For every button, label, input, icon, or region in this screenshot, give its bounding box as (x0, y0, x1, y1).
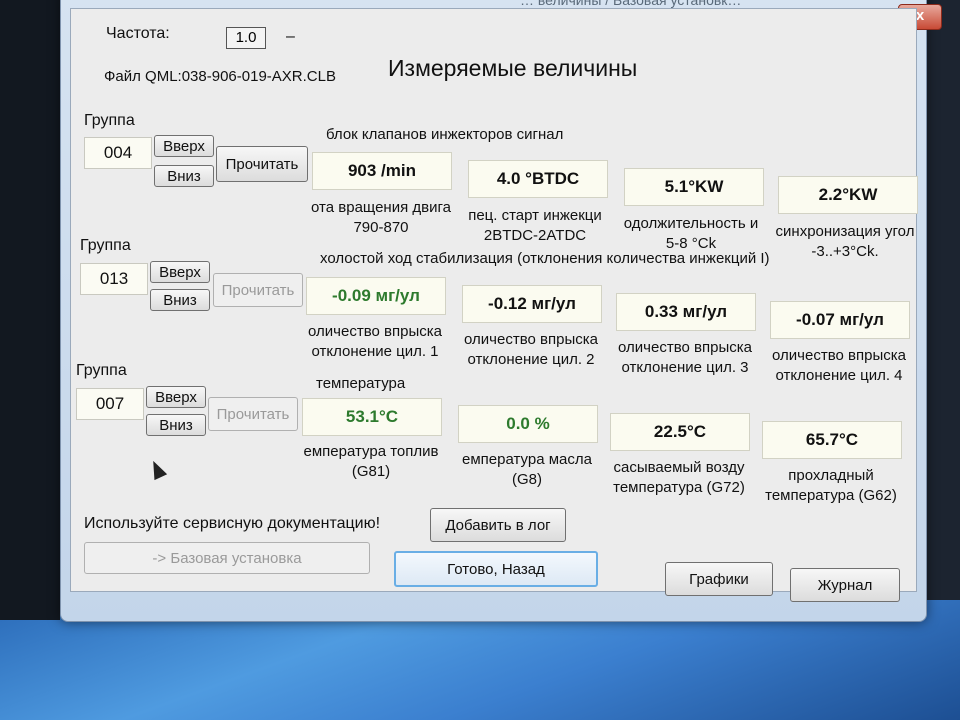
page-title: Измеряемые величины (388, 55, 638, 81)
group-number-field[interactable]: 007 (76, 388, 144, 420)
value-range: отклонение цил. 1 (311, 343, 439, 360)
value-range: температура (G62) (765, 487, 897, 504)
value-description: оличество впрыска (772, 347, 906, 364)
group-label: Группа (76, 362, 127, 379)
value-range: (G8) (512, 471, 542, 488)
value-cell: -0.09 мг/ул (306, 277, 446, 315)
group-down-button[interactable]: Вниз (150, 289, 210, 311)
value-cell: 65.7°C (762, 421, 902, 459)
value-range: отклонение цил. 2 (467, 351, 595, 368)
group-name: температура (316, 375, 406, 392)
value-cell: 53.1°C (302, 398, 442, 436)
value-cell: 4.0 °BTDC (468, 160, 608, 198)
frequency-field[interactable]: 1.0 (226, 27, 266, 49)
charts-button[interactable]: Графики (665, 562, 773, 596)
basic-setup-button[interactable]: -> Базовая установка (84, 542, 370, 574)
value-range: -3..+3°Ck. (811, 243, 879, 260)
group-number-field[interactable]: 004 (84, 137, 152, 169)
value-range: температура (G72) (613, 479, 745, 496)
group-name: блок клапанов инжекторов сигнал (326, 126, 564, 143)
value-cell: -0.12 мг/ул (462, 285, 602, 323)
group-down-button[interactable]: Вниз (146, 414, 206, 436)
group-down-button[interactable]: Вниз (154, 165, 214, 187)
read-button[interactable]: Прочитать (216, 146, 308, 182)
frequency-dash: – (286, 28, 295, 45)
value-range: отклонение цил. 4 (775, 367, 903, 384)
value-cell: 0.33 мг/ул (616, 293, 756, 331)
value-range: 790-870 (353, 219, 409, 236)
value-description: одолжительность и (623, 215, 759, 232)
group-label: Группа (80, 237, 131, 254)
journal-button[interactable]: Журнал (790, 568, 900, 602)
value-description: оличество впрыска (464, 331, 598, 348)
value-description: синхронизация угол (775, 223, 915, 240)
service-docs-hint: Используйте сервисную документацию! (84, 515, 381, 532)
desktop-edge (0, 0, 60, 620)
file-name: 038-906-019-AXR.CLB (181, 68, 336, 85)
window-title: … величины / Базовая установк… (520, 0, 742, 8)
read-button[interactable]: Прочитать (213, 273, 303, 307)
value-cell: 0.0 % (458, 405, 598, 443)
file-label-text: Файл QML: (104, 68, 182, 85)
value-range: отклонение цил. 3 (621, 359, 749, 376)
value-cell: -0.07 мг/ул (770, 301, 910, 339)
value-description: емпература топлив (303, 443, 439, 460)
value-cell: 903 /min (312, 152, 452, 190)
file-label: Файл QML:038-906-019-AXR.CLB (104, 68, 336, 85)
group-up-button[interactable]: Вверх (150, 261, 210, 283)
value-range: (G81) (351, 463, 391, 480)
group-label: Группа (84, 112, 135, 129)
value-description: ота вращения двига (311, 199, 451, 216)
group-up-button[interactable]: Вверх (146, 386, 206, 408)
value-cell: 22.5°C (610, 413, 750, 451)
frequency-label: Частота: (106, 25, 170, 42)
value-description: оличество впрыска (618, 339, 752, 356)
value-cell: 5.1°KW (624, 168, 764, 206)
value-description: пец. старт инжекци (468, 207, 602, 224)
value-cell: 2.2°KW (778, 176, 918, 214)
group-number-field[interactable]: 013 (80, 263, 148, 295)
group-name: холостой ход стабилизация (отклонения ко… (320, 250, 770, 267)
add-to-log-button[interactable]: Добавить в лог (430, 508, 566, 542)
group-up-button[interactable]: Вверх (154, 135, 214, 157)
read-button[interactable]: Прочитать (208, 397, 298, 431)
value-description: оличество впрыска (308, 323, 442, 340)
done-back-button[interactable]: Готово, Назад (394, 551, 598, 587)
value-description: емпература масла (462, 451, 592, 468)
value-description: прохладный (788, 467, 874, 484)
value-description: сасываемый возду (613, 459, 745, 476)
value-range: 2BTDC-2ATDC (483, 227, 587, 244)
